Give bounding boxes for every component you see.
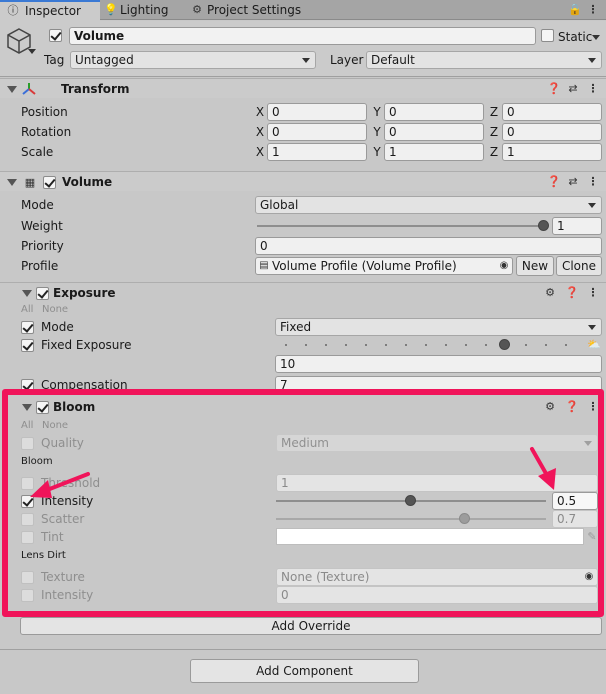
- arrow-right: [530, 447, 556, 490]
- arrow-left: [30, 472, 90, 498]
- footer-divider: [0, 649, 606, 650]
- add-override-button[interactable]: Add Override: [20, 617, 602, 635]
- add-component-button[interactable]: Add Component: [190, 659, 419, 683]
- annotation-arrows: [30, 447, 556, 498]
